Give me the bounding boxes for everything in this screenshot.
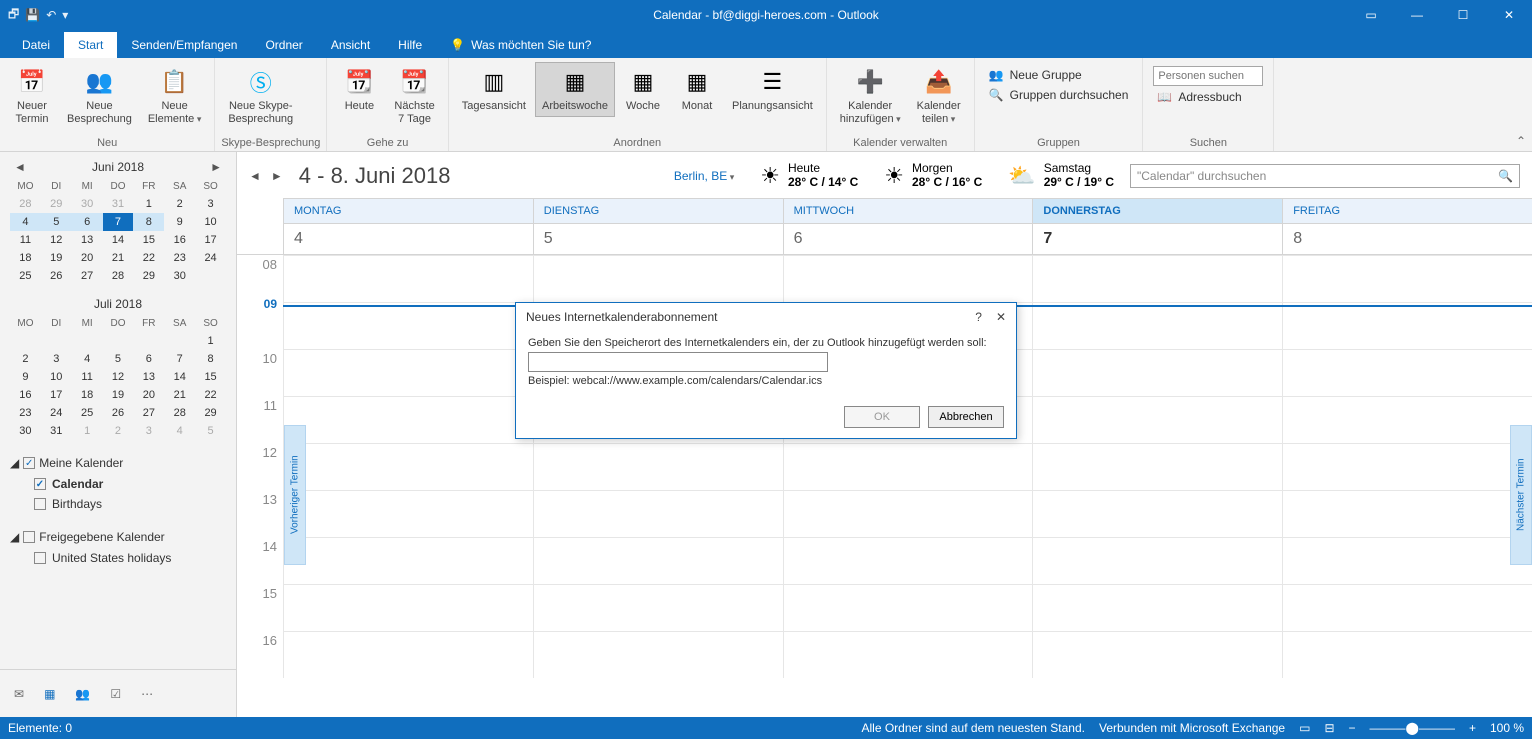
calendar-url-input[interactable] bbox=[528, 352, 828, 372]
dialog-mask: Neues Internetkalenderabonnement ? ✕ Geb… bbox=[0, 0, 1532, 739]
help-icon[interactable]: ? bbox=[975, 310, 982, 324]
close-icon[interactable]: ✕ bbox=[996, 310, 1006, 324]
dialog-example: Beispiel: webcal://www.example.com/calen… bbox=[528, 375, 1004, 387]
dialog-title: Neues Internetkalenderabonnement bbox=[526, 310, 717, 324]
dialog-prompt: Geben Sie den Speicherort des Internetka… bbox=[528, 337, 1004, 349]
internet-calendar-dialog: Neues Internetkalenderabonnement ? ✕ Geb… bbox=[515, 302, 1017, 439]
ok-button[interactable]: OK bbox=[844, 406, 920, 428]
cancel-button[interactable]: Abbrechen bbox=[928, 406, 1004, 428]
